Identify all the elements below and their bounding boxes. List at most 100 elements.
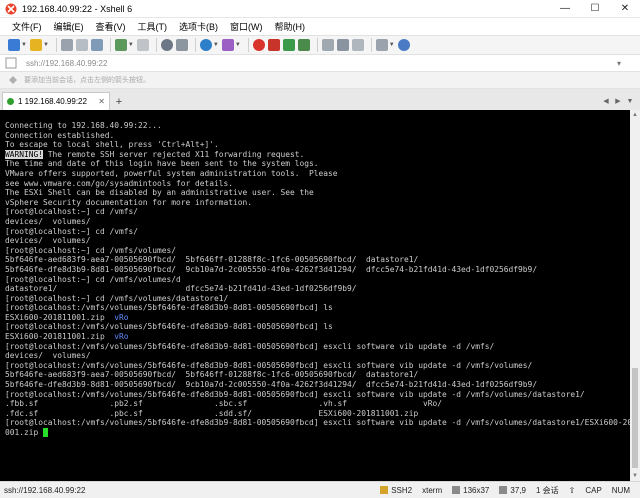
find-button[interactable] — [160, 37, 173, 53]
compose-button[interactable] — [351, 37, 364, 53]
terminal-line: [root@localhost:/vmfs/volumes/5bf646fe-d… — [5, 418, 630, 428]
color-scheme-button[interactable]: ▼ — [199, 37, 219, 53]
search-icon — [160, 39, 173, 51]
terminal-line: ESXi600-201811001.zip vRo — [5, 313, 630, 323]
terminal-line: [root@localhost:/vmfs/volumes/5bf646fe-d… — [5, 303, 333, 313]
status-bar: ssh://192.168.40.99:22 SSH2 xterm 136x37… — [0, 481, 640, 498]
minimize-button[interactable]: — — [550, 0, 580, 18]
tab-scroll-right-icon[interactable]: ▶ — [612, 97, 624, 105]
menu-window[interactable]: 窗口(W) — [230, 20, 263, 33]
terminal-line: devices/ volumes/ — [5, 216, 91, 226]
scroll-down-icon[interactable]: ▼ — [630, 471, 640, 481]
help-button[interactable] — [397, 37, 410, 53]
address-input[interactable] — [26, 56, 612, 70]
terminal-line: [root@localhost:~] cd /vmfs/volumes/ — [5, 245, 177, 255]
close-button[interactable]: ✕ — [610, 0, 640, 18]
help-icon — [397, 39, 410, 51]
tunneling-button[interactable] — [282, 37, 295, 53]
paste-button[interactable] — [136, 37, 149, 53]
lock-button[interactable] — [321, 37, 334, 53]
disconnect-button[interactable] — [75, 37, 88, 53]
xftp-button[interactable] — [252, 37, 265, 53]
properties-button[interactable] — [90, 37, 103, 53]
toolbar: ▼ ▼ ▼ ▼ ▼ ▼ — [0, 35, 640, 55]
terminal-line: [root@localhost:/vmfs/volumes/5bf646fe-d… — [5, 389, 585, 399]
warning-text: The remote SSH server rejected X11 forwa… — [43, 149, 305, 159]
toolbar-divider — [247, 38, 249, 52]
menu-file[interactable]: 文件(F) — [12, 20, 42, 33]
terminal-line: [root@localhost:/vmfs/volumes/5bf646fe-d… — [5, 322, 333, 332]
fullscreen-button[interactable] — [297, 37, 310, 53]
add-tab-button[interactable]: + — [112, 94, 126, 110]
status-protocol: SSH2 — [380, 486, 412, 495]
terminal-line: .fbb.sf .pb2.sf .sbc.sf .vh.sf vRo/ — [5, 399, 443, 409]
status-num: NUM — [611, 485, 630, 495]
terminal-line: The ESXi Shell can be disabled by an adm… — [5, 188, 314, 198]
tunnel-icon — [282, 39, 295, 51]
menu-edit[interactable]: 编辑(E) — [54, 20, 84, 33]
terminal-line: 5bf646fe-aed683f9-aea7-00505690fbcd/ 5bf… — [5, 370, 419, 380]
connect-button[interactable] — [60, 37, 73, 53]
directory-entry: vRo — [114, 332, 129, 342]
xmanager-icon — [267, 39, 280, 51]
toolbar-divider — [109, 38, 111, 52]
open-folder-button[interactable]: ▼ — [29, 37, 49, 53]
terminal-line: see www.vmware.com/go/sysadmintools for … — [5, 178, 234, 188]
tab-scroll-left-icon[interactable]: ◀ — [600, 97, 612, 105]
status-up-arrow-icon[interactable]: ⇧ — [569, 486, 576, 495]
tab-list-icon[interactable]: ▼ — [624, 98, 636, 105]
properties-icon — [90, 39, 103, 51]
status-cursor-label: 37,9 — [510, 485, 526, 495]
font-button[interactable]: ▼ — [221, 37, 241, 53]
terminal-line: vSphere Security documentation for more … — [5, 197, 253, 207]
terminal-line: 001.zip — [5, 428, 630, 438]
link-icon — [60, 39, 73, 51]
print-button[interactable] — [175, 37, 188, 53]
toolbar-divider — [55, 38, 57, 52]
close-tab-icon[interactable]: ✕ — [98, 97, 105, 106]
layout-button[interactable]: ▼ — [375, 37, 395, 53]
chevron-down-icon: ▼ — [21, 42, 27, 48]
tab-bar: 1 192.168.40.99:22 ✕ + ◀ ▶ ▼ — [0, 89, 640, 110]
fullscreen-icon — [297, 39, 310, 51]
file-entry: ESXi600-201811001.zip — [5, 332, 115, 342]
address-bar: ▾ — [0, 55, 640, 72]
folder-icon — [29, 39, 42, 51]
toolbar-divider — [316, 38, 318, 52]
toolbar-divider — [370, 38, 372, 52]
bookmark-icon[interactable] — [8, 75, 18, 85]
xmanager-button[interactable] — [267, 37, 280, 53]
chevron-down-icon: ▼ — [234, 42, 241, 48]
toolbar-divider — [194, 38, 196, 52]
scroll-thumb[interactable] — [632, 368, 638, 468]
title-bar: 192.168.40.99:22 - Xshell 6 — ☐ ✕ — [0, 0, 640, 18]
connected-status-icon — [7, 98, 14, 105]
terminal-line: VMware offers supported, powerful system… — [5, 168, 338, 178]
file-entry: ESXi600-201811001.zip — [5, 312, 115, 322]
scroll-up-icon[interactable]: ▲ — [630, 110, 640, 120]
lock-icon — [380, 486, 389, 494]
menu-tools[interactable]: 工具(T) — [138, 20, 168, 33]
window-title: 192.168.40.99:22 - Xshell 6 — [22, 3, 133, 14]
keyboard-button[interactable] — [336, 37, 349, 53]
terminal-line: [root@localhost:~] cd /vmfs/volumes/d — [5, 274, 181, 284]
terminal-output[interactable]: Connecting to 192.168.40.99:22... Connec… — [0, 110, 630, 481]
keyboard-icon — [336, 39, 349, 51]
terminal-line: 5bf646fe-dfe8d3b9-8d81-00505690fbcd/ 9cb… — [5, 380, 538, 390]
paste-icon — [136, 39, 149, 51]
terminal-line: devices/ volumes/ — [5, 236, 91, 246]
maximize-button[interactable]: ☐ — [580, 0, 610, 18]
chevron-down-icon[interactable]: ▾ — [612, 56, 626, 70]
terminal-scrollbar[interactable]: ▲ ▼ — [630, 110, 640, 481]
warning-tag: WARNING! — [5, 149, 44, 159]
menu-help[interactable]: 帮助(H) — [275, 20, 306, 33]
terminal-line: Connection established. — [5, 130, 115, 140]
cursor-position-icon — [499, 486, 508, 494]
tab-session-1[interactable]: 1 192.168.40.99:22 ✕ — [2, 92, 110, 110]
terminal-line: .fdc.sf .pbc.sf .sdd.sf/ ESXi600-2018110… — [5, 408, 419, 418]
copy-icon — [114, 39, 127, 51]
menu-view[interactable]: 查看(V) — [96, 20, 126, 33]
new-session-button[interactable]: ▼ — [8, 37, 27, 53]
copy-button[interactable]: ▼ — [114, 37, 134, 53]
menu-tabs[interactable]: 选项卡(B) — [179, 20, 218, 33]
